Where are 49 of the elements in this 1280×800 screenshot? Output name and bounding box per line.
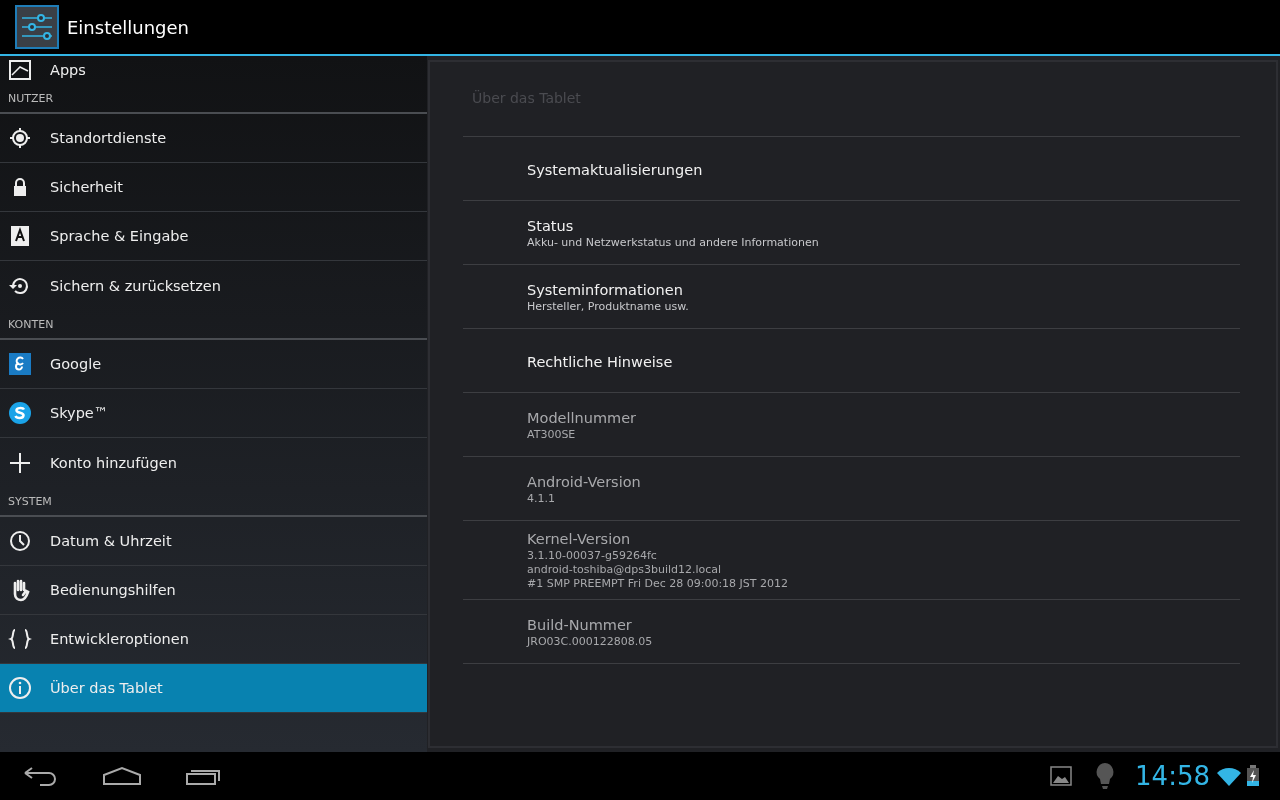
row-title: Modellnummer <box>527 409 638 426</box>
settings-item[interactable]: Skype™ <box>0 389 427 438</box>
settings-item[interactable]: Sicherheit <box>0 163 427 212</box>
settings-item[interactable]: Sichern & zurücksetzen <box>0 261 427 310</box>
row-title: Systemaktualisierungen <box>527 161 704 178</box>
braces-icon <box>8 627 32 651</box>
info-icon <box>8 676 32 700</box>
back-icon[interactable] <box>22 766 58 786</box>
row-title: Rechtliche Hinweise <box>527 353 674 370</box>
plus-icon <box>8 450 32 475</box>
apps-icon <box>8 58 32 82</box>
lightbulb-icon[interactable] <box>1095 762 1116 790</box>
settings-item[interactable]: Apps <box>0 56 427 84</box>
settings-item[interactable]: Google <box>0 340 427 389</box>
skype-icon <box>8 401 32 425</box>
settings-item[interactable]: Bedienungshilfen <box>0 566 427 615</box>
row-summary: AT300SE <box>527 427 577 442</box>
image-icon[interactable] <box>1049 765 1074 787</box>
settings-item[interactable]: Sprache & Eingabe <box>0 212 427 261</box>
home-icon[interactable] <box>103 766 141 786</box>
location-icon <box>8 126 32 150</box>
settings-item[interactable]: Datum & Uhrzeit <box>0 517 427 566</box>
settings-row[interactable]: Systeminformationen Hersteller, Produktname usw. <box>463 265 1240 329</box>
row-title: Build-Nummer <box>527 616 633 633</box>
row-summary: Akku- und Netzwerkstatus und andere Informationen <box>527 235 820 250</box>
row-title: Systeminformationen <box>527 281 684 298</box>
row-title: Status <box>527 217 575 234</box>
settings-app-icon[interactable] <box>15 5 59 49</box>
section-header: SYSTEM <box>0 487 427 517</box>
row-summary: 3.1.10-00037-g59264fc android-toshiba@dps3build12.local #1 SMP PREEMPT Fri Dec 28 09:00:18 JST 2012 <box>527 549 790 591</box>
row-summary: Hersteller, Produktname usw. <box>527 299 690 314</box>
settings-row[interactable]: Systemaktualisierungen <box>463 137 1240 201</box>
row-summary: 4.1.1 <box>527 491 556 506</box>
row-title: Android-Version <box>527 473 642 490</box>
settings-item[interactable]: Konto hinzufügen <box>0 438 427 487</box>
section-header: KONTEN <box>0 310 427 340</box>
row-title: Kernel-Version <box>527 531 632 547</box>
row-summary: JRO03C.000122808.05 <box>527 634 654 649</box>
section-header: NUTZER <box>0 84 427 114</box>
app-title: Einstellungen <box>67 16 190 38</box>
settings-row[interactable]: Rechtliche Hinweise <box>463 329 1240 393</box>
battery-charging-icon <box>1246 765 1260 787</box>
settings-item[interactable]: Über das Tablet <box>0 664 427 713</box>
clock-time: 14:58 <box>1135 761 1210 791</box>
settings-row[interactable]: Status Akku- und Netzwerkstatus und andere Informationen <box>463 201 1240 265</box>
clock-icon <box>8 529 32 553</box>
keyboard-letter-icon <box>8 224 32 248</box>
wifi-icon <box>1216 765 1242 787</box>
settings-item[interactable]: Standortdienste <box>0 114 427 163</box>
